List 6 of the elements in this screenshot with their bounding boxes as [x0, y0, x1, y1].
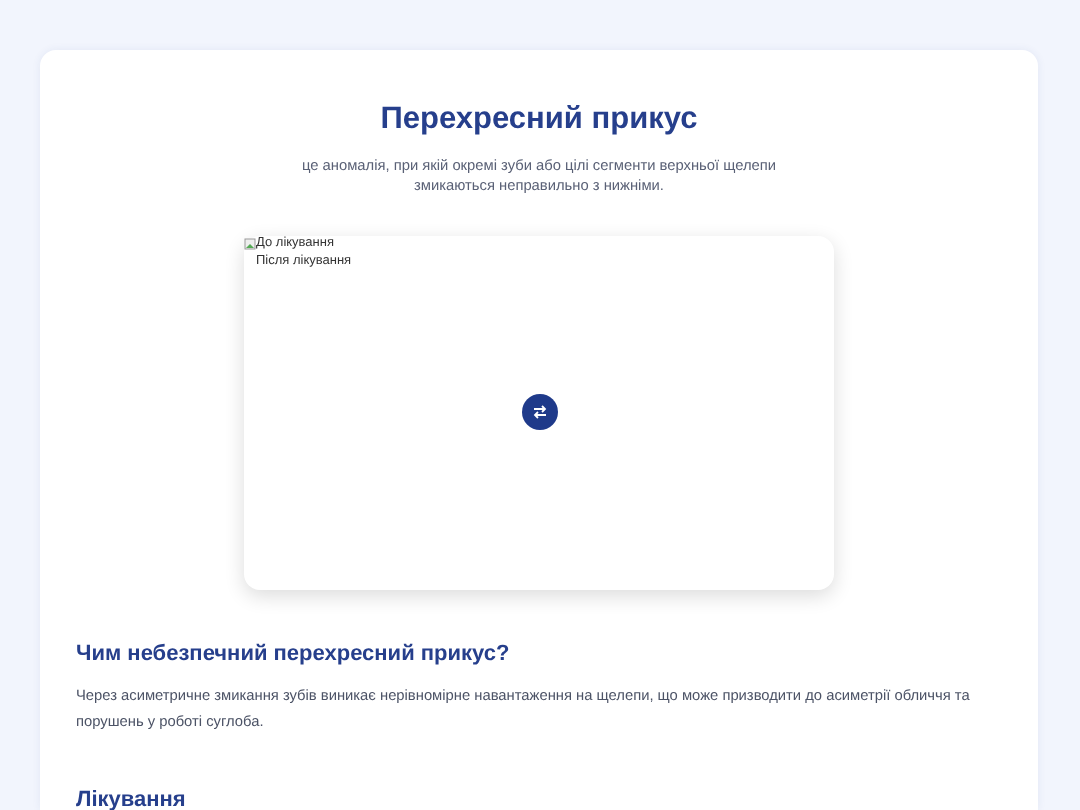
- section-heading: Лікування: [76, 788, 188, 810]
- section-heading: Чим небезпечний перехресний прикус?: [76, 642, 512, 666]
- slider-handle[interactable]: [522, 394, 558, 430]
- page-title: Перехресний прикус: [378, 102, 700, 138]
- broken-image-icon: [244, 238, 256, 250]
- swap-icon: [532, 404, 548, 420]
